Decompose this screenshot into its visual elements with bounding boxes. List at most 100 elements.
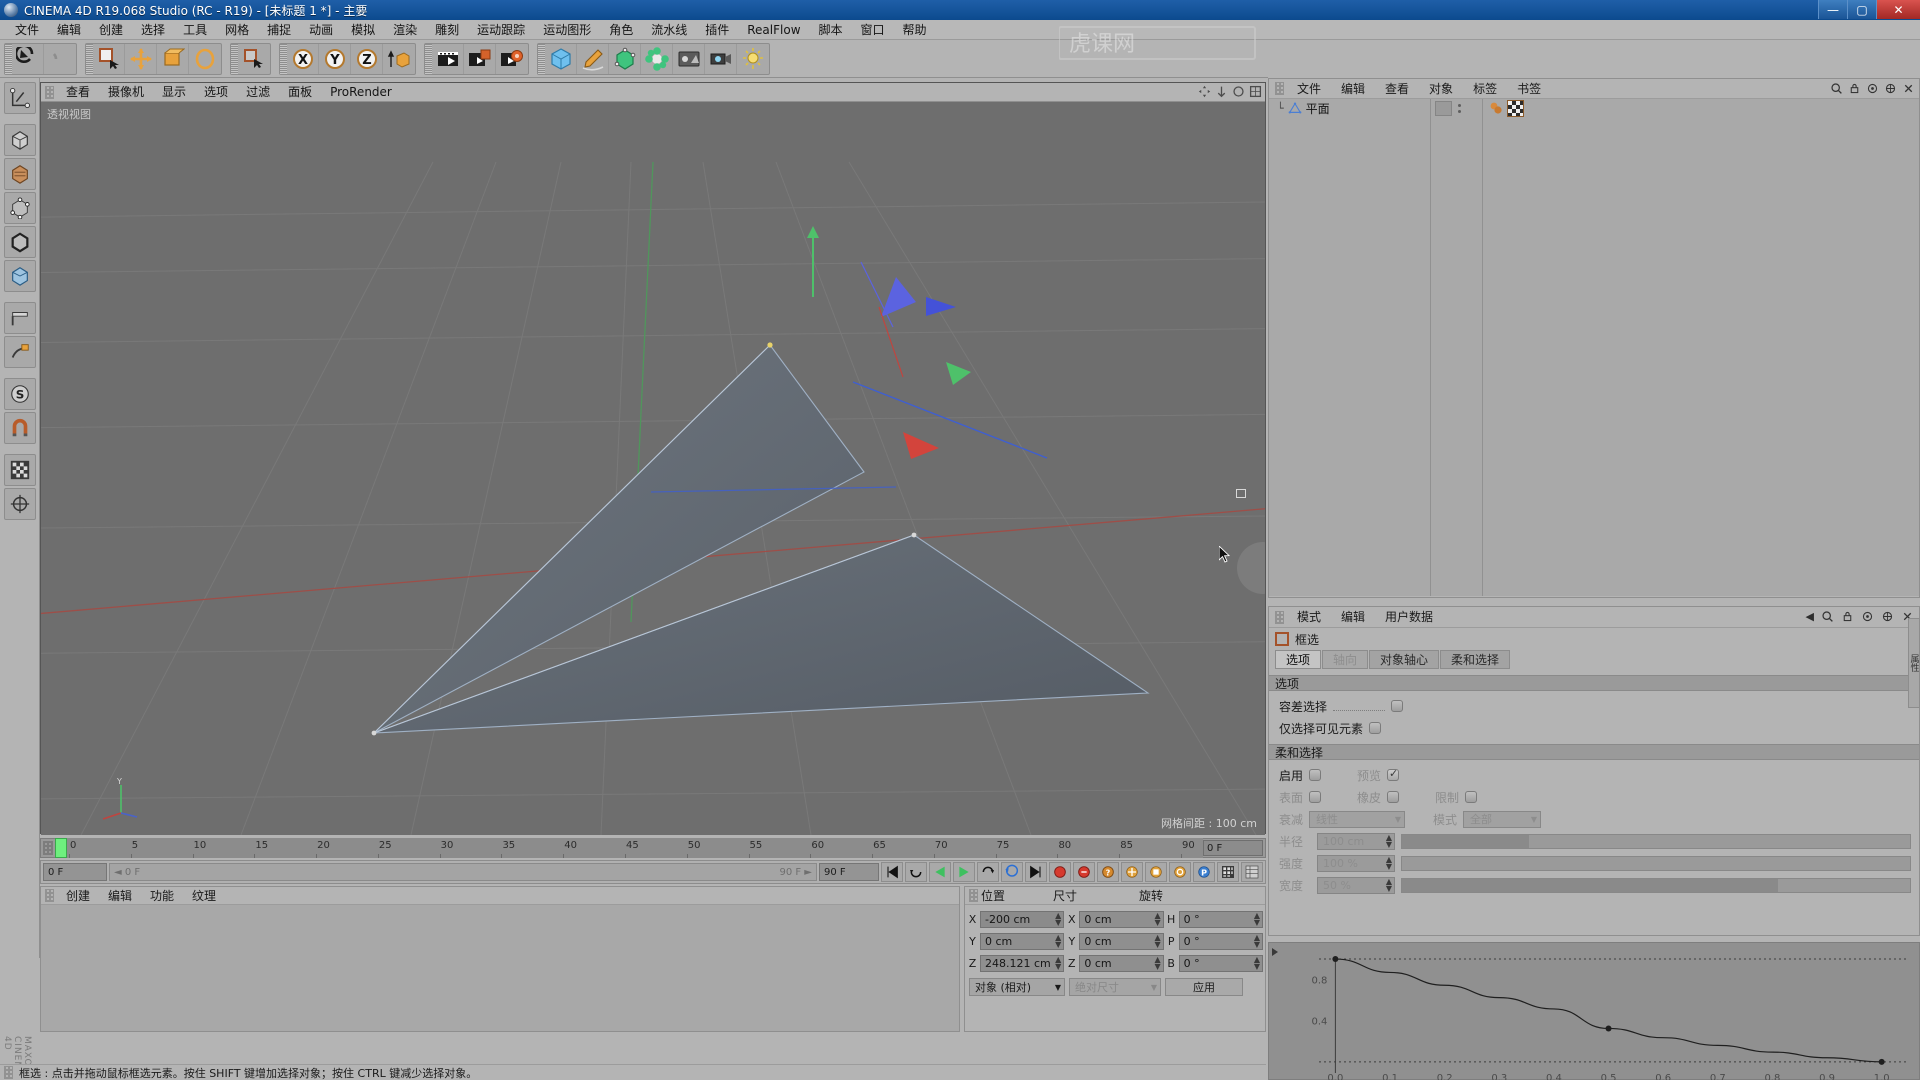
spline-pen-icon[interactable] [581, 47, 605, 71]
object-menu-书签[interactable]: 书签 [1507, 79, 1551, 99]
toolbar-button-z-axis[interactable]: Z [351, 43, 383, 74]
pin-icon[interactable] [1861, 610, 1874, 623]
viewport-menu-面板[interactable]: 面板 [279, 83, 321, 102]
spinner-icon[interactable]: ▲ ▼ [1386, 856, 1392, 871]
pan-icon[interactable] [1198, 85, 1211, 98]
toolbar-button-world-axis[interactable] [383, 44, 415, 74]
coord-size-input-X[interactable]: 0 cm ▲ ▼ [1079, 910, 1164, 928]
spinner-icon[interactable]: ▲ ▼ [1055, 956, 1061, 971]
visible-only-checkbox[interactable] [1369, 722, 1382, 734]
toolbar-drag-handle[interactable] [538, 43, 545, 74]
menu-item-动画[interactable]: 动画 [300, 20, 342, 40]
material-tag-icon[interactable] [1488, 100, 1504, 116]
left-tool-magnet[interactable] [3, 412, 36, 444]
scale-icon[interactable] [161, 47, 185, 71]
attribute-menu-编辑[interactable]: 编辑 [1331, 607, 1375, 628]
width-input[interactable]: 50 % ▲ ▼ [1317, 876, 1395, 894]
lock-workplane-icon[interactable] [9, 341, 31, 363]
object-menu-标签[interactable]: 标签 [1463, 79, 1507, 99]
pin-icon[interactable] [1866, 82, 1879, 95]
menu-item-运动跟踪[interactable]: 运动跟踪 [468, 20, 534, 40]
menu-item-选择[interactable]: 选择 [132, 20, 174, 40]
position-key-icon[interactable] [1124, 864, 1140, 880]
maximize-button[interactable]: ▢ [1847, 0, 1876, 19]
left-tool-points-mode[interactable] [3, 192, 36, 224]
search-icon[interactable] [1821, 610, 1834, 623]
powerslider-param-key[interactable]: P [1193, 862, 1215, 882]
autokey-icon[interactable] [1076, 864, 1092, 880]
powerslider-goto-start[interactable] [881, 862, 903, 882]
play-forward-icon[interactable] [956, 864, 972, 880]
spinner-icon[interactable]: ▲ ▼ [1055, 912, 1061, 927]
toolbar-button-spline-pen[interactable] [577, 43, 609, 74]
spinner-icon[interactable]: ▲ ▼ [1155, 934, 1161, 949]
object-menu-编辑[interactable]: 编辑 [1331, 79, 1375, 99]
enable-axis-icon[interactable] [9, 493, 31, 515]
coord-pos-input-X[interactable]: -200 cm ▲ ▼ [980, 910, 1065, 928]
edges-mode-icon[interactable] [9, 231, 31, 253]
timeline-end-field[interactable]: 0 F [1203, 840, 1263, 856]
param-key-icon[interactable]: P [1196, 864, 1212, 880]
workplane-icon[interactable] [9, 307, 31, 329]
panel-grip-icon[interactable] [1275, 610, 1284, 624]
play-back-icon[interactable] [932, 864, 948, 880]
powerslider-scale-key[interactable] [1145, 862, 1167, 882]
powerslider-record-active[interactable] [1049, 862, 1071, 882]
panel-grip-icon[interactable] [45, 889, 54, 902]
toolbar-button-render-settings[interactable] [496, 44, 528, 74]
plane-object-icon[interactable] [1288, 101, 1302, 115]
powerslider-play-back[interactable] [929, 862, 951, 882]
texture-mode-icon[interactable] [9, 163, 31, 185]
checker-texture-tag-icon[interactable] [1507, 99, 1524, 117]
viewport-menu-显示[interactable]: 显示 [153, 83, 195, 102]
powerslider-timeline[interactable] [1241, 862, 1263, 882]
live-selection-icon[interactable] [97, 47, 121, 71]
step-back-icon[interactable] [908, 864, 924, 880]
coord-mode-select[interactable]: 对象 (相对) ▼ [969, 978, 1065, 996]
timeline-ruler[interactable]: 0 5 10 15 20 25 30 35 40 45 50 55 60 65 70 75 80 85 90 [55, 838, 1203, 858]
powerslider-loop[interactable] [1001, 862, 1023, 882]
menu-item-角色[interactable]: 角色 [600, 20, 642, 40]
render-picture-icon[interactable] [468, 47, 492, 71]
undo-icon[interactable] [15, 46, 40, 71]
spinner-icon[interactable]: ▲ ▼ [1254, 934, 1260, 949]
coord-size-select[interactable]: 绝对尺寸 ▼ [1069, 978, 1161, 996]
material-menu-创建[interactable]: 创建 [57, 887, 99, 905]
toolbar-button-light[interactable] [737, 44, 769, 74]
viewport-menu-查看[interactable]: 查看 [57, 83, 99, 102]
left-tool-model-mode[interactable] [3, 124, 36, 156]
attribute-menu-用户数据[interactable]: 用户数据 [1375, 607, 1443, 628]
spinner-icon[interactable]: ▲ ▼ [1386, 834, 1392, 849]
panel-grip-icon[interactable] [969, 889, 978, 902]
object-menu-查看[interactable]: 查看 [1375, 79, 1419, 99]
coord-rot-input-B[interactable]: 0 ° ▲ ▼ [1178, 954, 1263, 972]
z-axis-icon[interactable]: Z [355, 47, 379, 71]
menu-item-流水线[interactable]: 流水线 [642, 20, 696, 40]
move-icon[interactable] [129, 47, 153, 71]
menu-item-雕刻[interactable]: 雕刻 [426, 20, 468, 40]
scale-key-icon[interactable] [1148, 864, 1164, 880]
redo-icon[interactable] [48, 47, 72, 71]
rotation-key-icon[interactable] [1172, 864, 1188, 880]
magnet-icon[interactable] [9, 417, 31, 439]
material-manager-body[interactable] [41, 905, 959, 1031]
rotate-icon[interactable] [1232, 85, 1245, 98]
menu-item-捕捉[interactable]: 捕捉 [258, 20, 300, 40]
toolbar-drag-handle[interactable] [425, 43, 432, 74]
collapse-arrow-icon[interactable]: ◀ [1806, 610, 1814, 623]
soft-selection-icon[interactable]: S [9, 383, 31, 405]
x-axis-icon[interactable]: X [291, 47, 315, 71]
render-settings-icon[interactable] [500, 47, 524, 71]
camera-icon[interactable] [709, 47, 733, 71]
toolbar-button-render-picture[interactable] [464, 43, 496, 74]
toolbar-button-x-axis[interactable]: X [287, 43, 319, 74]
panel-grip-icon[interactable] [1275, 82, 1284, 95]
toolbar-button-redo[interactable] [44, 44, 76, 74]
close-icon[interactable] [1902, 82, 1915, 95]
attribute-tab-轴向[interactable]: 轴向 [1322, 650, 1369, 669]
preview-checkbox[interactable] [1387, 767, 1400, 781]
powerslider-step-forward[interactable] [977, 862, 999, 882]
pla-key-icon[interactable] [1220, 864, 1236, 880]
panel-grip-icon[interactable] [43, 841, 53, 855]
expand-arrow-icon[interactable] [1272, 948, 1278, 956]
